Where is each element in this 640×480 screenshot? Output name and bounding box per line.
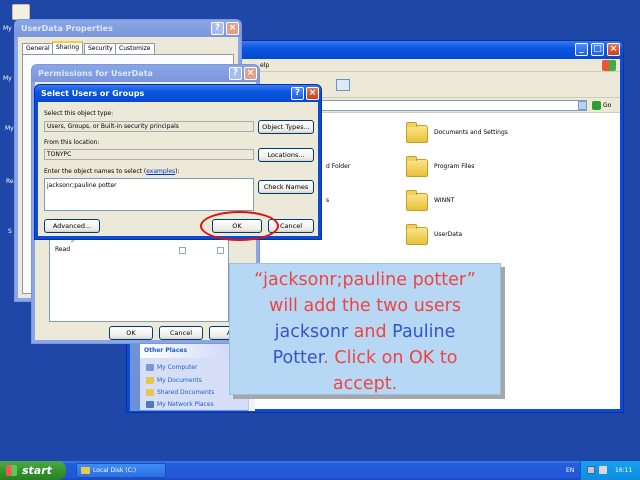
clock[interactable]: 16:11 [615, 467, 632, 474]
permission-row: Read [55, 246, 71, 253]
locations-button[interactable]: Locations... [258, 148, 314, 162]
callout-line: accept. [332, 374, 398, 394]
tab-sharing[interactable]: Sharing [52, 41, 84, 54]
network-tray-icon[interactable] [587, 466, 595, 474]
names-label: Enter the object names to select (exampl… [44, 168, 180, 175]
callout-line: “jacksonr;pauline potter” [254, 270, 476, 290]
permissions-titlebar[interactable]: Permissions for UserData [32, 65, 259, 82]
address-dropdown-icon[interactable] [578, 101, 587, 110]
folder-label[interactable]: d Folder [326, 163, 350, 170]
allow-checkbox[interactable] [179, 247, 186, 254]
link-my-network-places[interactable]: My Network Places [157, 401, 214, 408]
callout-text: and [348, 322, 393, 342]
maximize-button[interactable]: □ [591, 43, 604, 56]
windows-flag-icon [6, 465, 17, 476]
help-button[interactable]: ? [211, 22, 224, 35]
folder-icon[interactable] [406, 156, 428, 177]
object-names-input[interactable]: jacksonr;pauline potter [44, 178, 254, 211]
folder-icon[interactable] [406, 122, 428, 143]
windows-logo-icon [602, 60, 616, 71]
folder-icon[interactable] [406, 224, 428, 245]
callout-line: will add the two users [269, 296, 461, 316]
permissions-list [49, 232, 229, 322]
object-type-field: Users, Groups, or Built-in security prin… [44, 121, 254, 132]
instruction-callout: “jacksonr;pauline potter” will add the t… [229, 263, 501, 395]
object-types-button[interactable]: Object Types... [258, 120, 314, 134]
tab-customize[interactable]: Customize [115, 43, 155, 54]
views-icon[interactable] [336, 79, 350, 91]
callout-user: Pauline [392, 322, 456, 342]
folder-label[interactable]: WINNT [434, 197, 454, 204]
start-button[interactable]: start [0, 461, 66, 480]
examples-link[interactable]: examples [146, 168, 175, 175]
tab-security[interactable]: Security [84, 43, 117, 54]
check-names-button[interactable]: Check Names [258, 180, 314, 194]
help-button[interactable]: ? [229, 67, 242, 80]
folder-label[interactable]: s [326, 197, 329, 204]
desktop-label: My [5, 125, 14, 132]
callout-line: Potter. Click on OK to [230, 345, 500, 371]
taskbar-item-label: Local Disk (C:) [93, 467, 137, 474]
folder-label[interactable]: Program Files [434, 163, 474, 170]
start-label: start [22, 464, 52, 477]
taskbar-item-local-disk[interactable]: Local Disk (C:) [76, 463, 166, 478]
close-button[interactable]: × [226, 22, 239, 35]
close-button[interactable]: × [306, 87, 319, 100]
properties-titlebar[interactable]: UserData Properties [15, 20, 241, 37]
minimize-button[interactable]: _ [575, 43, 588, 56]
ok-highlight-ring [200, 211, 279, 241]
folder-icon [146, 389, 154, 396]
close-button[interactable]: × [607, 43, 620, 56]
desktop-label: My [3, 75, 12, 82]
link-my-documents[interactable]: My Documents [157, 377, 202, 384]
ok-button[interactable]: OK [109, 326, 153, 340]
callout-text: . Click on OK to [323, 348, 458, 368]
folder-icon [146, 377, 154, 384]
object-names-value: jacksonr;pauline potter [47, 182, 117, 189]
object-type-label: Select this object type: [44, 110, 114, 117]
menu-help[interactable]: elp [260, 62, 269, 69]
names-label-prefix: Enter the object names to select ( [44, 168, 147, 175]
select-users-client: Select this object type: Users, Groups, … [38, 102, 318, 236]
link-shared-documents[interactable]: Shared Documents [157, 389, 214, 396]
callout-user: jacksonr [274, 322, 349, 342]
advanced-button[interactable]: Advanced... [44, 219, 100, 233]
folder-label[interactable]: Documents and Settings [434, 129, 508, 136]
select-users-titlebar[interactable]: Select Users or Groups [35, 85, 321, 102]
location-field: TONYPC [44, 149, 254, 160]
select-users-dialog: Select Users or Groups ? × Select this o… [34, 84, 322, 240]
names-label-suffix: ): [175, 168, 180, 175]
location-label: From this location: [44, 139, 100, 146]
taskbar: start Local Disk (C:) EN 16:11 [0, 461, 640, 480]
computer-icon [146, 364, 154, 371]
volume-icon[interactable] [599, 466, 607, 474]
system-tray: 16:11 [580, 461, 640, 480]
desktop-icon-documents[interactable] [12, 4, 30, 20]
link-my-computer[interactable]: My Computer [157, 364, 197, 371]
help-button[interactable]: ? [291, 87, 304, 100]
cancel-button[interactable]: Cancel [159, 326, 203, 340]
folder-label[interactable]: UserData [434, 231, 462, 238]
language-indicator[interactable]: EN [566, 467, 574, 474]
callout-user: Potter [272, 348, 324, 368]
network-icon [146, 401, 154, 408]
callout-line: jacksonr and Pauline [230, 319, 500, 345]
deny-checkbox[interactable] [217, 247, 224, 254]
tab-general[interactable]: General [22, 43, 54, 54]
desktop-label: Re [6, 178, 14, 185]
go-arrow-icon[interactable] [592, 101, 601, 110]
go-label[interactable]: Go [603, 102, 611, 109]
close-button[interactable]: × [244, 67, 257, 80]
folder-icon[interactable] [406, 190, 428, 211]
desktop-label: S [8, 228, 12, 235]
folder-icon [81, 467, 90, 474]
desktop-label: My [3, 25, 12, 32]
other-places-heading: Other Places [144, 347, 188, 354]
